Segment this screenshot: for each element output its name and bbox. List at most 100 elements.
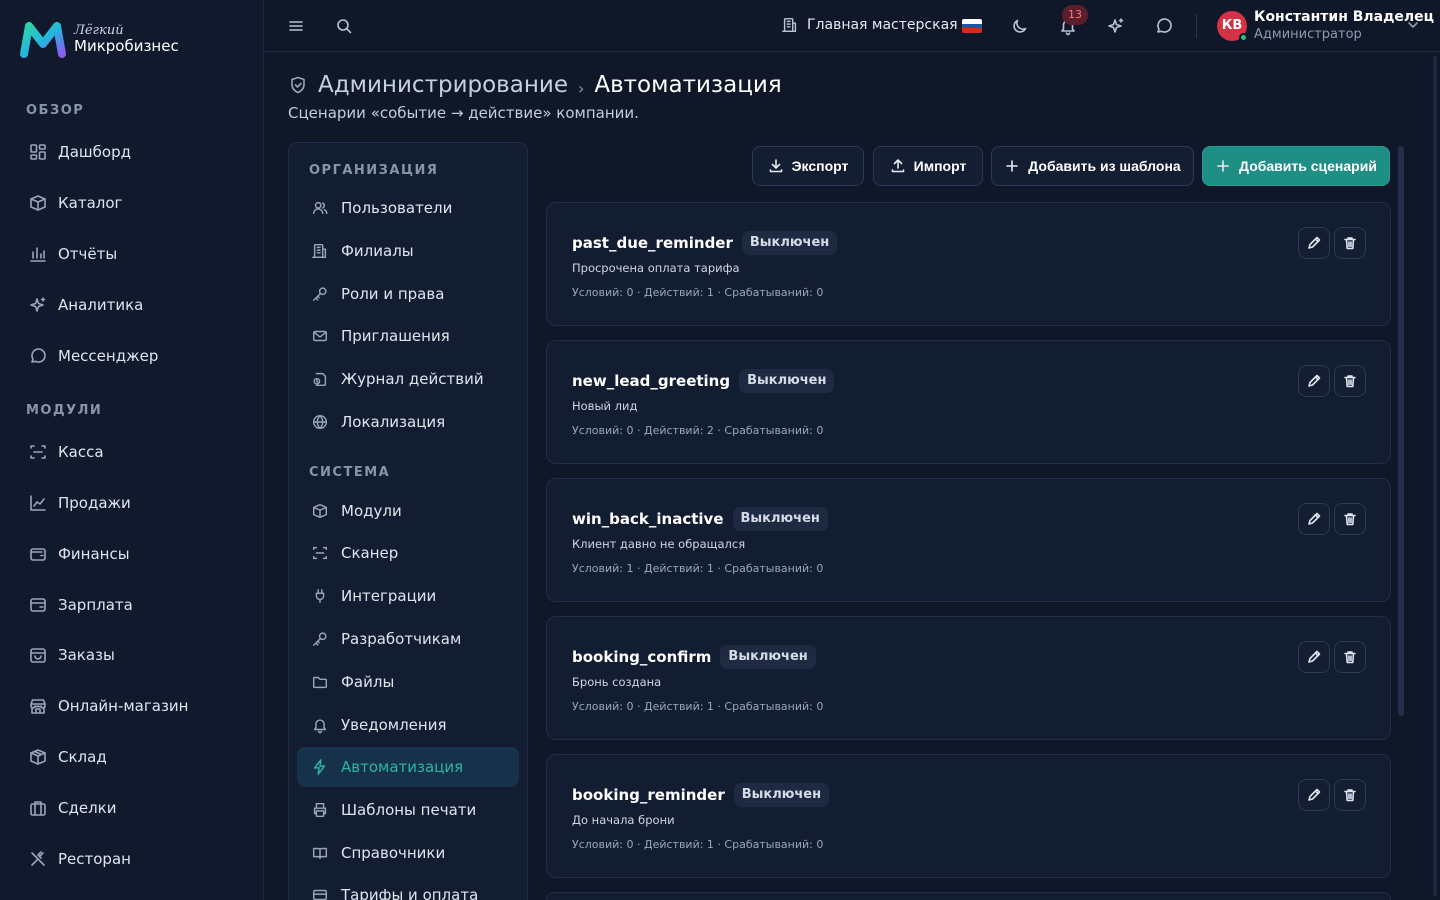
content-scrollbar[interactable] bbox=[1398, 146, 1404, 716]
scenario-card[interactable]: past_due_reminder Выключен Просрочена оп… bbox=[546, 202, 1391, 326]
restaurant-icon bbox=[28, 849, 48, 869]
add-from-template-button[interactable]: Добавить из шаблона bbox=[991, 146, 1194, 186]
ai-sparkles-icon[interactable] bbox=[1106, 16, 1126, 36]
scenario-name: past_due_reminder bbox=[572, 234, 733, 252]
branch-selector[interactable]: Главная мастерская bbox=[781, 16, 958, 34]
sidebar-item-label: Сделки bbox=[58, 799, 117, 817]
export-button[interactable]: Экспорт bbox=[752, 146, 864, 186]
page-scrollbar[interactable] bbox=[1433, 56, 1437, 896]
sidebar-item-finance[interactable]: Финансы bbox=[28, 540, 130, 568]
admin-nav-item-notifications[interactable]: Уведомления bbox=[297, 705, 519, 745]
edit-button[interactable] bbox=[1298, 503, 1330, 535]
add-scenario-button[interactable]: Добавить сценарий bbox=[1202, 146, 1390, 186]
sidebar-item-analytics[interactable]: Аналитика bbox=[28, 291, 143, 319]
import-button[interactable]: Импорт bbox=[873, 146, 983, 186]
delete-button[interactable] bbox=[1334, 641, 1366, 673]
admin-nav-item-modules[interactable]: Модули bbox=[297, 491, 519, 531]
online-status-dot bbox=[1239, 33, 1248, 42]
chevron-down-icon[interactable] bbox=[1406, 18, 1420, 32]
salary-icon bbox=[28, 595, 48, 615]
deals-icon bbox=[28, 798, 48, 818]
scenario-card[interactable]: booking_confirm Выключен Бронь создана У… bbox=[546, 616, 1391, 740]
topbar-divider bbox=[1196, 14, 1197, 38]
import-button-label: Импорт bbox=[913, 158, 967, 174]
sidebar-item-label: Склад bbox=[58, 748, 107, 766]
edit-button[interactable] bbox=[1298, 641, 1330, 673]
admin-nav-item-scanner[interactable]: Сканер bbox=[297, 533, 519, 573]
sidebar-item-label: Финансы bbox=[58, 545, 130, 563]
sidebar-item-label: Аналитика bbox=[58, 296, 144, 314]
search-icon[interactable] bbox=[334, 16, 354, 36]
users-icon bbox=[311, 199, 329, 217]
branches-icon bbox=[311, 242, 329, 260]
edit-button[interactable] bbox=[1298, 227, 1330, 259]
admin-nav-item-automation[interactable]: Автоматизация bbox=[297, 747, 519, 787]
edit-button[interactable] bbox=[1298, 779, 1330, 811]
admin-nav-item-label: Сканер bbox=[341, 544, 399, 562]
breadcrumb-root[interactable]: Администрирование bbox=[318, 72, 568, 98]
pencil-icon bbox=[1306, 373, 1322, 389]
sidebar-item-restaurant[interactable]: Ресторан bbox=[28, 845, 131, 873]
sidebar-item-label: Ресторан bbox=[58, 850, 131, 868]
delete-button[interactable] bbox=[1334, 503, 1366, 535]
admin-nav-panel: ОРГАНИЗАЦИЯ Пользователи Филиалы Роли и … bbox=[288, 142, 528, 900]
admin-nav-item-branches[interactable]: Филиалы bbox=[297, 231, 519, 271]
admin-nav-item-integrations[interactable]: Интеграции bbox=[297, 576, 519, 616]
admin-nav-item-references[interactable]: Справочники bbox=[297, 833, 519, 873]
scenario-name: booking_confirm bbox=[572, 648, 712, 666]
printer-icon bbox=[311, 801, 329, 819]
sidebar-item-label: Отчёты bbox=[58, 245, 118, 263]
sidebar-item-warehouse[interactable]: Склад bbox=[28, 743, 107, 771]
sidebar-item-dashboard[interactable]: Дашборд bbox=[28, 138, 131, 166]
admin-nav-item-label: Разработчикам bbox=[341, 630, 462, 648]
lightning-icon bbox=[311, 758, 329, 776]
messenger-icon bbox=[28, 346, 48, 366]
finance-icon bbox=[28, 544, 48, 564]
sidebar-item-store[interactable]: Онлайн-магазин bbox=[28, 692, 188, 720]
theme-moon-icon[interactable] bbox=[1010, 16, 1030, 36]
sidebar-item-label: Дашборд bbox=[58, 143, 131, 161]
scenario-card[interactable]: win_back_inactive Выключен Клиент давно … bbox=[546, 478, 1391, 602]
globe-icon bbox=[311, 413, 329, 431]
edit-button[interactable] bbox=[1298, 365, 1330, 397]
sidebar-item-label: Каталог bbox=[58, 194, 123, 212]
scenario-card[interactable]: booking_reminder Выключен До начала брон… bbox=[546, 754, 1391, 878]
branch-name: Главная мастерская bbox=[807, 17, 958, 33]
admin-nav-item-roles[interactable]: Роли и права bbox=[297, 274, 519, 314]
sidebar-item-sales[interactable]: Продажи bbox=[28, 489, 131, 517]
delete-button[interactable] bbox=[1334, 365, 1366, 397]
sidebar: Лёгкий Микробизнес ОБЗОР Дашборд Каталог… bbox=[0, 0, 264, 900]
warehouse-icon bbox=[28, 747, 48, 767]
chat-icon[interactable] bbox=[1154, 16, 1174, 36]
scenario-description: Новый лид bbox=[572, 399, 638, 413]
sidebar-item-cashier[interactable]: Касса bbox=[28, 438, 104, 466]
sidebar-item-catalog[interactable]: Каталог bbox=[28, 189, 122, 217]
delete-button[interactable] bbox=[1334, 227, 1366, 259]
admin-nav-item-audit-log[interactable]: Журнал действий bbox=[297, 359, 519, 399]
scenario-description: Клиент давно не обращался bbox=[572, 537, 746, 551]
admin-nav-item-invitations[interactable]: Приглашения bbox=[297, 316, 519, 356]
language-flag-icon[interactable] bbox=[962, 19, 982, 33]
sidebar-item-salary[interactable]: Зарплата bbox=[28, 591, 133, 619]
sidebar-item-messenger[interactable]: Мессенджер bbox=[28, 342, 158, 370]
sidebar-section-overview: ОБЗОР bbox=[26, 103, 85, 118]
scenario-card-partial bbox=[546, 892, 1391, 900]
building-icon bbox=[781, 16, 799, 34]
admin-nav-item-billing[interactable]: Тарифы и оплата bbox=[297, 875, 519, 900]
delete-button[interactable] bbox=[1334, 779, 1366, 811]
catalog-icon bbox=[28, 193, 48, 213]
menu-icon[interactable] bbox=[286, 16, 306, 36]
sidebar-item-reports[interactable]: Отчёты bbox=[28, 240, 117, 268]
admin-nav-item-developers[interactable]: Разработчикам bbox=[297, 619, 519, 659]
admin-nav-item-print-templates[interactable]: Шаблоны печати bbox=[297, 790, 519, 830]
sidebar-item-deals[interactable]: Сделки bbox=[28, 794, 116, 822]
upload-icon bbox=[890, 158, 906, 174]
admin-nav-item-files[interactable]: Файлы bbox=[297, 662, 519, 702]
page-subtitle: Сценарии «событие → действие» компании. bbox=[288, 104, 639, 122]
sidebar-item-orders[interactable]: Заказы bbox=[28, 641, 115, 669]
shield-icon bbox=[288, 75, 308, 95]
scenario-card[interactable]: new_lead_greeting Выключен Новый лид Усл… bbox=[546, 340, 1391, 464]
admin-nav-item-users[interactable]: Пользователи bbox=[297, 188, 519, 228]
admin-nav-item-localization[interactable]: Локализация bbox=[297, 402, 519, 442]
brand-logo[interactable]: Лёгкий Микробизнес bbox=[20, 20, 179, 58]
